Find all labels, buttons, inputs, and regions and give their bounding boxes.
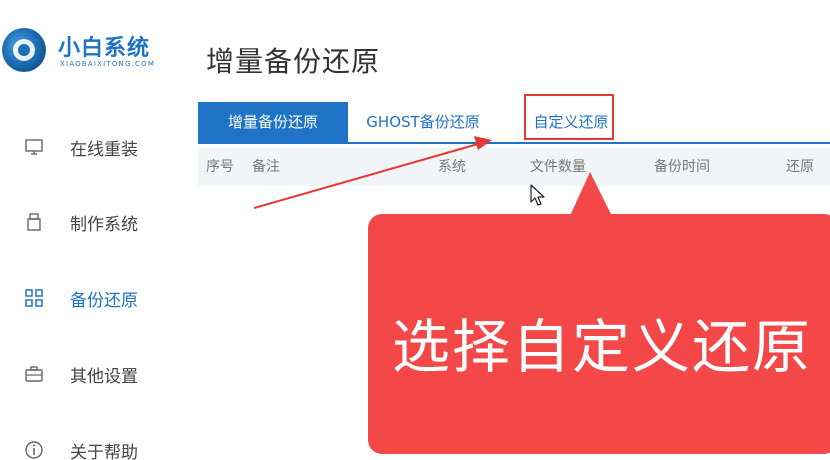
column-header-system: 系统 <box>438 159 466 175</box>
column-header-restore: 还原 <box>786 159 814 175</box>
sidebar-item-label: 在线重装 <box>70 139 138 160</box>
column-header-backup-time: 备份时间 <box>654 159 710 175</box>
callout-text: 选择自定义还原 <box>392 313 813 381</box>
backup-grid-icon <box>24 288 44 308</box>
sidebar-item-online-reinstall[interactable]: 在线重装 <box>0 127 180 167</box>
monitor-icon <box>24 137 44 157</box>
column-header-index: 序号 <box>206 159 234 175</box>
sidebar-item-label: 备份还原 <box>70 290 138 311</box>
page-title: 增量备份还原 <box>206 45 381 78</box>
table-header: 序号 备注 系统 文件数量 备份时间 还原 <box>198 148 830 186</box>
logo-mark-icon <box>2 28 46 72</box>
usb-icon <box>24 212 44 232</box>
briefcase-icon <box>24 364 44 384</box>
tab-ghost-backup[interactable]: GHOST备份还原 <box>348 102 498 142</box>
brand-subtitle: XIAOBAIXITONG.COM <box>60 60 156 68</box>
column-header-note: 备注 <box>252 159 280 175</box>
sidebar-item-backup-restore[interactable]: 备份还原 <box>0 278 180 318</box>
sidebar-item-other-settings[interactable]: 其他设置 <box>0 354 180 394</box>
column-header-file-count: 文件数量 <box>530 159 586 175</box>
tab-incremental-backup[interactable]: 增量备份还原 <box>198 102 348 142</box>
sidebar-item-label: 其他设置 <box>70 366 138 387</box>
brand-logo: 小白系统 XIAOBAIXITONG.COM <box>0 20 180 80</box>
sidebar-item-label: 关于帮助 <box>70 442 138 460</box>
tab-bar: 增量备份还原 GHOST备份还原 自定义还原 <box>198 102 830 144</box>
info-icon <box>24 440 44 460</box>
sidebar-item-make-system[interactable]: 制作系统 <box>0 202 180 242</box>
highlight-box <box>524 94 614 140</box>
brand-title: 小白系统 <box>58 36 151 61</box>
mouse-cursor-icon <box>530 184 545 206</box>
sidebar-item-label: 制作系统 <box>70 214 138 235</box>
sidebar-item-about-help[interactable]: 关于帮助 <box>0 430 180 460</box>
